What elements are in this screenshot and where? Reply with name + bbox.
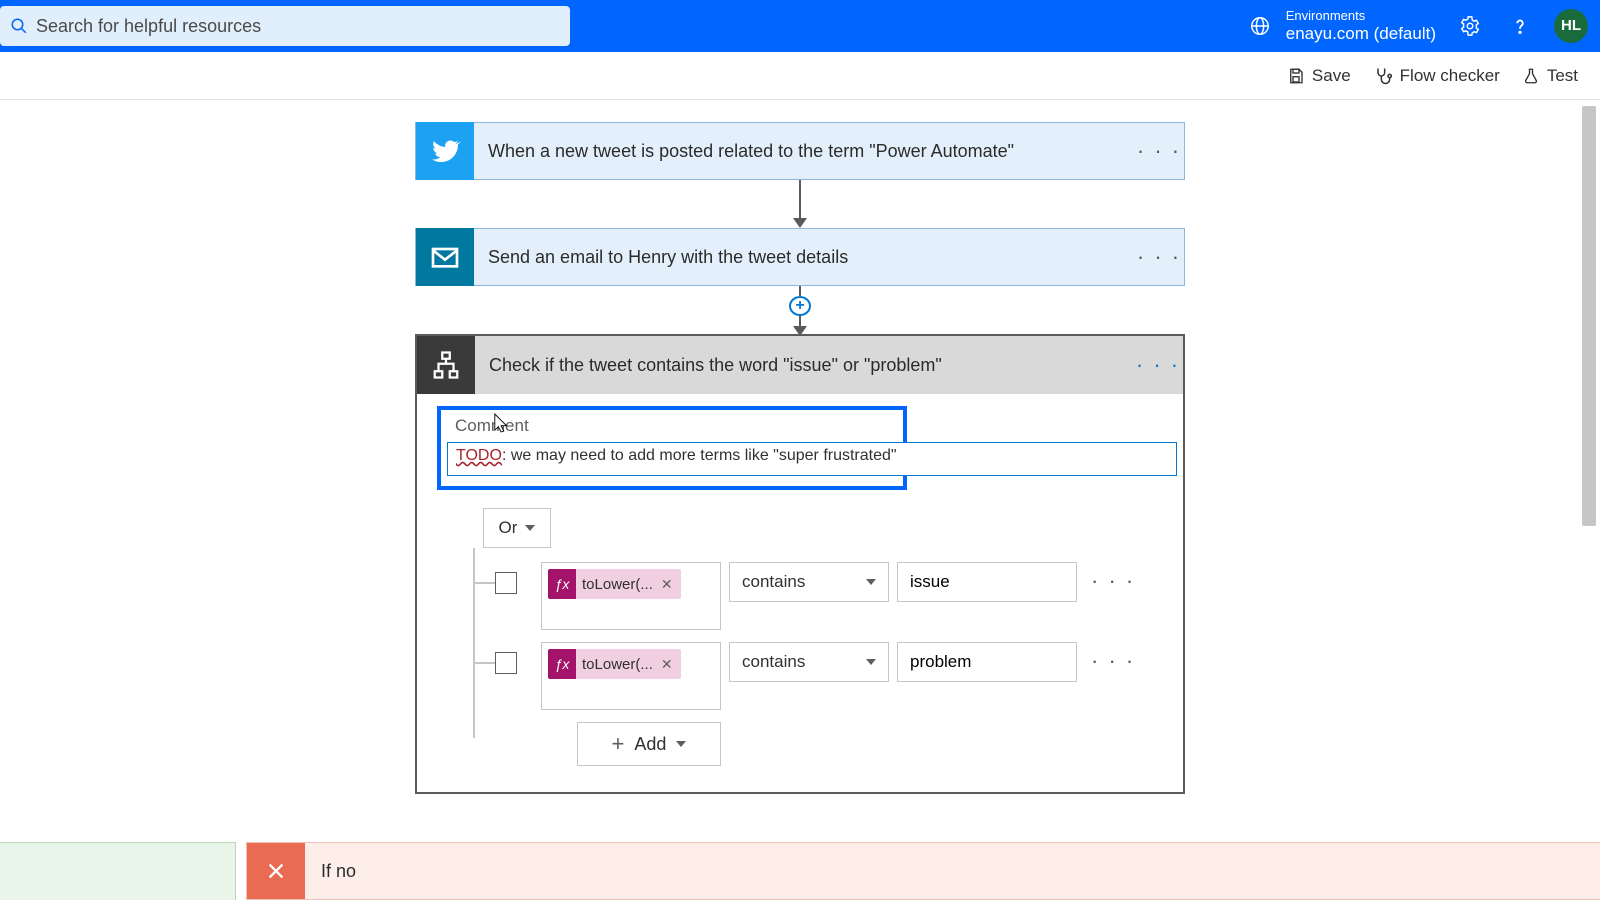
comment-label: Comment: [449, 416, 895, 436]
value-input[interactable]: [897, 562, 1077, 602]
close-icon: [247, 843, 305, 899]
test-label: Test: [1547, 66, 1578, 86]
row-menu[interactable]: · · ·: [1085, 642, 1141, 680]
chevron-down-icon: [866, 579, 876, 585]
condition-card: Check if the tweet contains the word "is…: [415, 334, 1185, 794]
save-icon: [1287, 67, 1305, 85]
environments-label: Environments: [1286, 8, 1436, 24]
expression-field[interactable]: ƒx toLower(... ✕: [541, 642, 721, 710]
if-yes-branch[interactable]: [0, 842, 236, 900]
flow-canvas[interactable]: When a new tweet is posted related to th…: [0, 100, 1600, 900]
logic-dropdown[interactable]: Or: [483, 508, 551, 548]
trigger-title: When a new tweet is posted related to th…: [474, 141, 1134, 162]
action-toolbar: Save Flow checker Test: [0, 52, 1600, 100]
if-no-branch[interactable]: If no: [246, 842, 1600, 900]
flow-checker-label: Flow checker: [1400, 66, 1500, 86]
flow-checker-button[interactable]: Flow checker: [1373, 66, 1500, 86]
plus-icon: +: [612, 731, 625, 757]
save-button[interactable]: Save: [1287, 66, 1351, 86]
environments-value: enayu.com (default): [1286, 24, 1436, 44]
token-remove[interactable]: ✕: [653, 576, 681, 593]
test-button[interactable]: Test: [1522, 66, 1578, 86]
search-placeholder: Search for helpful resources: [36, 16, 261, 37]
twitter-icon: [416, 122, 474, 180]
condition-header[interactable]: Check if the tweet contains the word "is…: [417, 336, 1183, 394]
condition-icon: [417, 336, 475, 394]
trigger-card[interactable]: When a new tweet is posted related to th…: [415, 122, 1185, 180]
row-menu[interactable]: · · ·: [1085, 562, 1141, 600]
condition-row: ƒx toLower(... ✕ contains · · ·: [495, 562, 1163, 630]
comment-input[interactable]: TODO: we may need to add more terms like…: [447, 442, 1177, 476]
scrollbar[interactable]: [1580, 100, 1598, 900]
token-remove[interactable]: ✕: [653, 656, 681, 673]
operator-select[interactable]: contains: [729, 562, 889, 602]
email-action-menu[interactable]: · · ·: [1134, 244, 1184, 270]
search-input[interactable]: Search for helpful resources: [0, 6, 570, 46]
expression-token[interactable]: ƒx toLower(... ✕: [548, 569, 681, 599]
add-step-button[interactable]: +: [789, 296, 811, 316]
value-input[interactable]: [897, 642, 1077, 682]
help-icon[interactable]: [1504, 10, 1536, 42]
condition-menu[interactable]: · · ·: [1133, 352, 1183, 378]
logic-label: Or: [499, 518, 518, 538]
expression-field[interactable]: ƒx toLower(... ✕: [541, 562, 721, 630]
comment-text: : we may need to add more terms like "su…: [502, 447, 897, 464]
gear-icon[interactable]: [1454, 10, 1486, 42]
row-tree-line: [473, 548, 475, 738]
row-checkbox[interactable]: [495, 652, 517, 674]
search-icon: [10, 17, 28, 35]
mail-icon: [416, 228, 474, 286]
save-label: Save: [1312, 66, 1351, 86]
add-row-button[interactable]: + Add: [577, 722, 721, 766]
operator-label: contains: [742, 572, 805, 592]
topbar-right: Environments enayu.com (default) HL: [1244, 8, 1588, 44]
expression-token[interactable]: ƒx toLower(... ✕: [548, 649, 681, 679]
chevron-down-icon: [676, 741, 686, 747]
chevron-down-icon: [866, 659, 876, 665]
row-checkbox[interactable]: [495, 572, 517, 594]
fx-icon: ƒx: [548, 649, 576, 679]
stethoscope-icon: [1373, 66, 1393, 86]
trigger-menu[interactable]: · · ·: [1134, 138, 1184, 164]
email-action-card[interactable]: Send an email to Henry with the tweet de…: [415, 228, 1185, 286]
condition-row: ƒx toLower(... ✕ contains · · ·: [495, 642, 1163, 710]
environment-picker[interactable]: Environments enayu.com (default): [1244, 8, 1436, 44]
comment-todo: TODO: [456, 447, 502, 464]
token-text: toLower(...: [582, 656, 653, 673]
chevron-down-icon: [525, 525, 535, 531]
operator-select[interactable]: contains: [729, 642, 889, 682]
add-label: Add: [634, 734, 666, 755]
flask-icon: [1522, 67, 1540, 85]
comment-block: Comment TODO: we may need to add more te…: [437, 406, 907, 490]
email-action-title: Send an email to Henry with the tweet de…: [474, 247, 1134, 268]
token-text: toLower(...: [582, 576, 653, 593]
top-header: Search for helpful resources Environment…: [0, 0, 1600, 52]
avatar[interactable]: HL: [1554, 9, 1588, 43]
operator-label: contains: [742, 652, 805, 672]
fx-icon: ƒx: [548, 569, 576, 599]
if-no-label: If no: [305, 843, 372, 899]
condition-title: Check if the tweet contains the word "is…: [475, 355, 1133, 376]
add-step-connector: +: [415, 286, 1185, 334]
connector: [415, 180, 1185, 228]
globe-icon: [1244, 10, 1276, 42]
